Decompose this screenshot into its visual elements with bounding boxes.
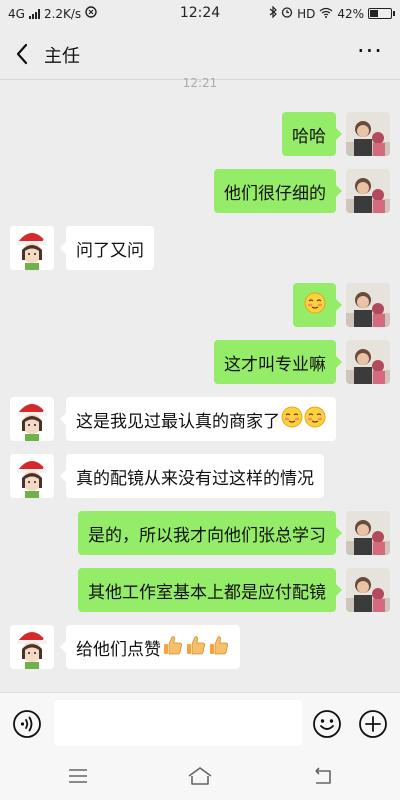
more-options-button[interactable]: ··· xyxy=(356,39,384,66)
thumbs-up-emoji-icon xyxy=(187,635,205,654)
user-avatar-image xyxy=(346,112,390,156)
voice-input-button[interactable] xyxy=(12,709,42,739)
menu-button[interactable] xyxy=(64,764,92,788)
message-bubble[interactable]: 他们很仔细的 xyxy=(214,169,342,213)
message-row: 是的，所以我才向他们张总学习 xyxy=(0,511,400,557)
contact-avatar-image xyxy=(10,454,54,498)
blush-emoji-icon xyxy=(281,406,303,427)
message-bubble[interactable] xyxy=(293,283,342,327)
alarm-icon xyxy=(281,6,293,21)
status-bar: 4G 2.2K/s 12:24 HD 42% xyxy=(0,0,400,28)
message-row: 其他工作室基本上都是应付配镜 xyxy=(0,568,400,614)
user-avatar-image xyxy=(346,511,390,555)
smiley-icon xyxy=(313,710,341,738)
message-text: 问了又问 xyxy=(76,240,144,261)
input-bar xyxy=(0,692,400,752)
wifi-icon xyxy=(319,7,333,21)
chat-title: 主任 xyxy=(44,46,80,67)
hd-indicator: HD xyxy=(297,6,316,21)
thumbs-up-emoji xyxy=(185,634,207,661)
chevron-left-icon xyxy=(16,43,28,65)
message-row: 哈哈 xyxy=(0,112,400,158)
message-row: 他们很仔细的 xyxy=(0,169,400,215)
message-timestamp: 12:21 xyxy=(182,76,218,90)
message-row: 给他们点赞 xyxy=(0,625,400,671)
message-text: 其他工作室基本上都是应付配镜 xyxy=(88,582,326,603)
message-row: 这是我见过最认真的商家了 xyxy=(0,397,400,443)
back-nav-button[interactable] xyxy=(308,764,336,788)
home-icon xyxy=(188,767,212,785)
avatar[interactable] xyxy=(10,454,54,498)
battery-percent: 42% xyxy=(337,6,364,21)
battery-icon xyxy=(368,8,395,19)
message-bubble[interactable]: 是的，所以我才向他们张总学习 xyxy=(78,511,342,555)
blush-emoji-icon xyxy=(304,406,326,427)
message-bubble[interactable]: 给他们点赞 xyxy=(60,625,240,669)
avatar[interactable] xyxy=(346,340,390,384)
blush-emoji xyxy=(304,292,326,319)
return-icon xyxy=(315,767,331,784)
plus-icon xyxy=(359,710,387,738)
thumbs-up-emoji xyxy=(208,634,230,661)
message-text: 他们很仔细的 xyxy=(224,183,326,204)
message-text: 给他们点赞 xyxy=(76,639,161,660)
thumbs-up-emoji-icon xyxy=(210,635,228,654)
message-bubble[interactable]: 哈哈 xyxy=(282,112,342,156)
voice-icon xyxy=(13,710,41,738)
menu-icon xyxy=(69,769,87,783)
emoji-button[interactable] xyxy=(312,709,342,739)
message-row xyxy=(0,283,400,329)
thumbs-up-emoji-icon xyxy=(164,635,182,654)
avatar[interactable] xyxy=(346,511,390,555)
message-text: 这才叫专业嘛 xyxy=(224,354,326,375)
avatar[interactable] xyxy=(346,169,390,213)
avatar[interactable] xyxy=(346,568,390,612)
message-bubble[interactable]: 这才叫专业嘛 xyxy=(214,340,342,384)
blush-emoji-icon xyxy=(304,292,326,313)
chat-header: 主任 ··· xyxy=(0,28,400,80)
avatar[interactable] xyxy=(10,397,54,441)
message-row: 真的配镜从来没有过这样的情况 xyxy=(0,454,400,500)
avatar[interactable] xyxy=(10,625,54,669)
message-row: 这才叫专业嘛 xyxy=(0,340,400,386)
user-avatar-image xyxy=(346,340,390,384)
thumbs-up-emoji xyxy=(162,634,184,661)
message-text: 真的配镜从来没有过这样的情况 xyxy=(76,468,314,489)
message-text: 哈哈 xyxy=(292,126,326,147)
message-input[interactable] xyxy=(54,700,302,746)
user-avatar-image xyxy=(346,283,390,327)
message-text: 这是我见过最认真的商家了 xyxy=(76,411,280,432)
blush-emoji xyxy=(304,406,326,433)
avatar[interactable] xyxy=(346,283,390,327)
system-navigation-bar xyxy=(0,752,400,800)
message-bubble[interactable]: 真的配镜从来没有过这样的情况 xyxy=(60,454,324,498)
contact-avatar-image xyxy=(10,397,54,441)
message-row: 问了又问 xyxy=(0,226,400,272)
contact-avatar-image xyxy=(10,625,54,669)
contact-avatar-image xyxy=(10,226,54,270)
message-bubble[interactable]: 其他工作室基本上都是应付配镜 xyxy=(78,568,342,612)
user-avatar-image xyxy=(346,169,390,213)
avatar[interactable] xyxy=(346,112,390,156)
back-button[interactable] xyxy=(8,40,36,68)
user-avatar-image xyxy=(346,568,390,612)
more-features-button[interactable] xyxy=(358,709,388,739)
avatar[interactable] xyxy=(10,226,54,270)
message-bubble[interactable]: 这是我见过最认真的商家了 xyxy=(60,397,336,441)
home-button[interactable] xyxy=(186,764,214,788)
message-bubble[interactable]: 问了又问 xyxy=(60,226,154,270)
blush-emoji xyxy=(281,406,303,433)
bluetooth-icon xyxy=(269,5,277,21)
message-text: 是的，所以我才向他们张总学习 xyxy=(88,525,326,546)
